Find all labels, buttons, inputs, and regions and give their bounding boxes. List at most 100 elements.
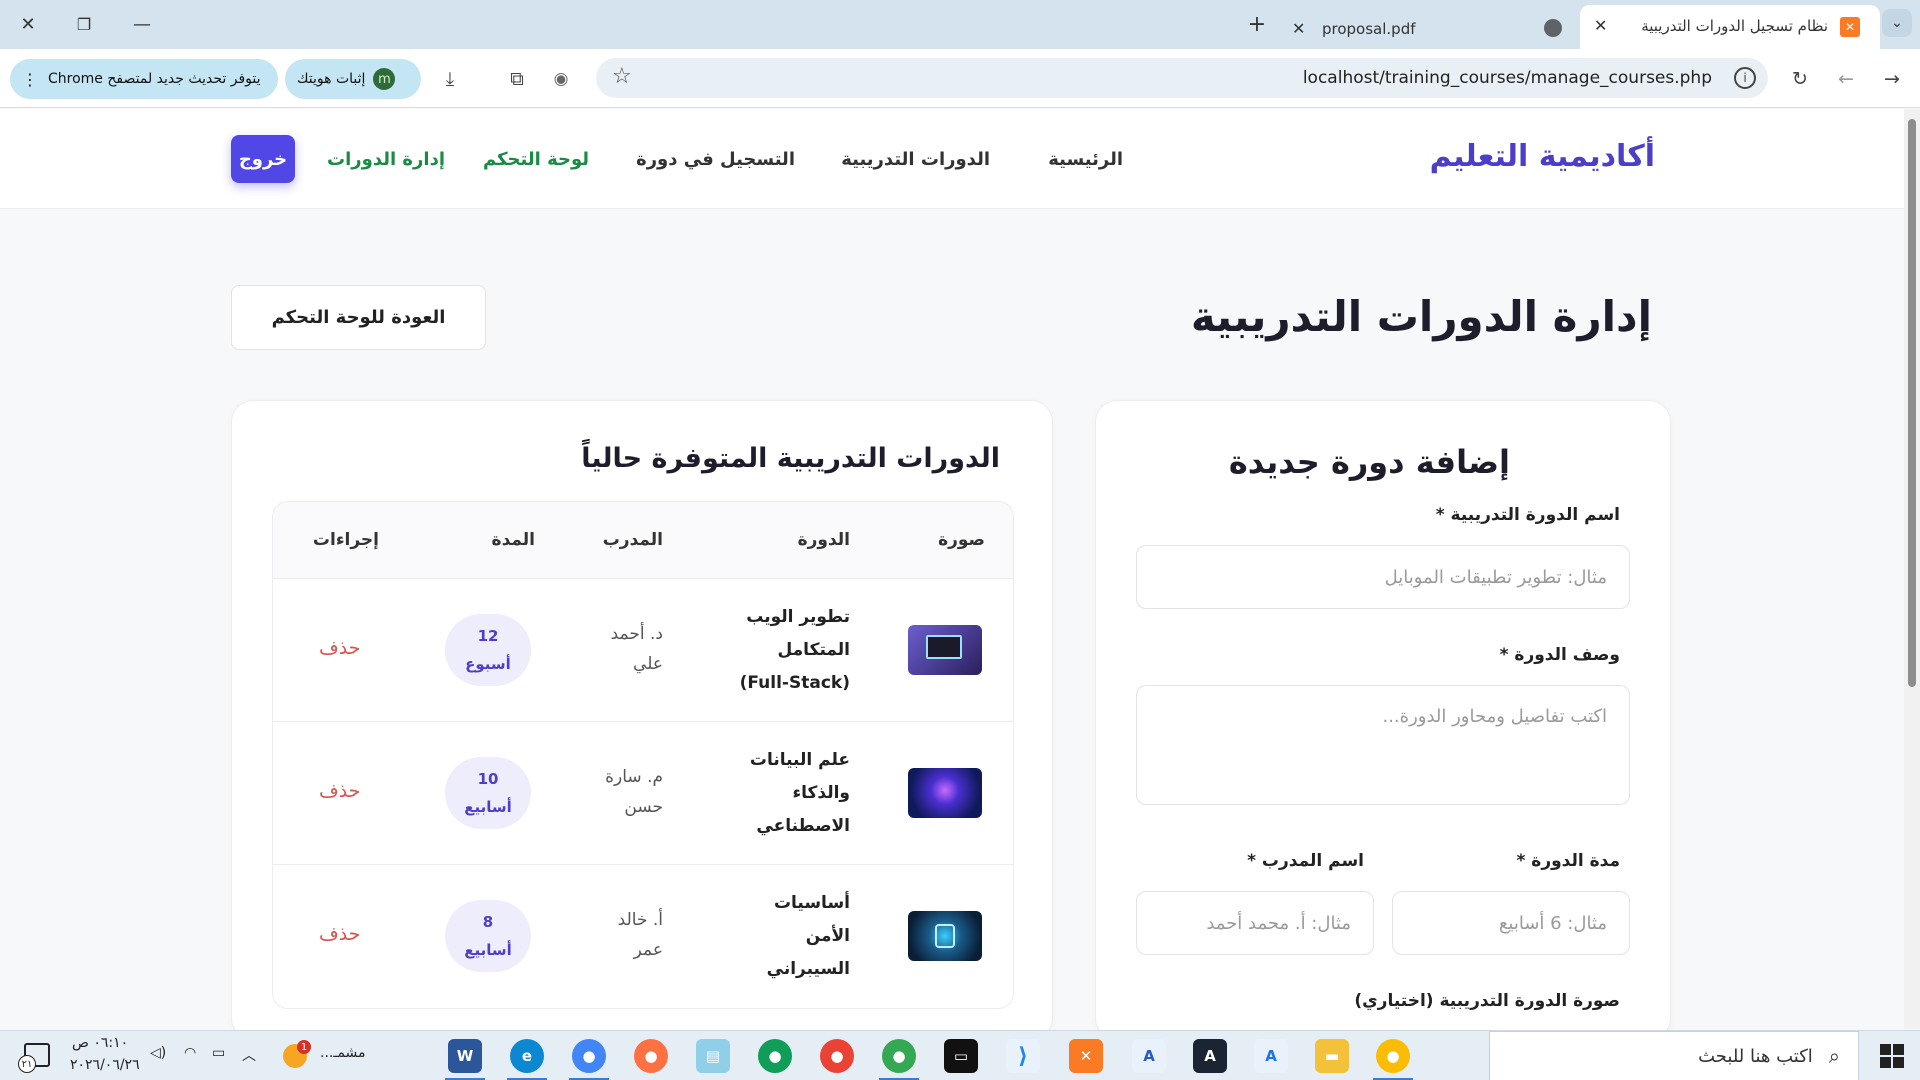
tab-training-system[interactable]: ✕ نظام تسجيل الدورات التدريبية ✕ — [1580, 5, 1880, 49]
trainer-name-label: اسم المدرب * — [1247, 851, 1364, 871]
notepad-icon[interactable]: ▤ — [696, 1039, 730, 1073]
delete-link[interactable]: حذف — [319, 637, 360, 659]
duration-unit: أسبوع — [465, 655, 511, 673]
window-close-icon[interactable]: ✕ — [13, 10, 43, 38]
duration-unit: أسابيع — [464, 798, 512, 816]
file-explorer-icon[interactable]: ▬ — [1315, 1039, 1349, 1073]
course-name: أساسيات الأمن السيبراني — [766, 893, 850, 979]
vscode-icon[interactable]: ⟩ — [1006, 1039, 1040, 1073]
tab-search-icon[interactable]: ⌄ — [1882, 9, 1912, 37]
notification-count: 1 — [297, 1040, 311, 1054]
taskbar-search[interactable]: ⌕ اكتب هنا للبحث — [1489, 1031, 1859, 1080]
chrome-profile-icon[interactable]: ● — [882, 1039, 916, 1073]
window-restore-icon[interactable]: ❐ — [69, 10, 99, 38]
duration-badge: 10 أسابيع — [445, 757, 531, 829]
course-duration-label: مدة الدورة * — [1516, 851, 1620, 871]
extensions-icon[interactable]: ⧉ — [501, 63, 533, 95]
delete-link[interactable]: حذف — [319, 780, 360, 802]
battery-icon[interactable]: ▭ — [212, 1045, 225, 1061]
identity-button[interactable]: m إثبات هويتك — [285, 59, 421, 99]
courses-card: الدورات التدريبية المتوفرة حالياً صورة ا… — [231, 400, 1053, 1040]
site-info-icon[interactable]: i — [1734, 67, 1756, 89]
url-text[interactable]: localhost/training_courses/manage_course… — [1303, 68, 1712, 88]
speaker-icon[interactable]: ◁) — [150, 1045, 166, 1061]
download-icon[interactable]: ⤓ — [434, 63, 466, 95]
paint-icon[interactable]: ● — [634, 1039, 668, 1073]
course-name: تطوير الويب المتكامل (Full-Stack) — [739, 607, 850, 693]
courses-heading: الدورات التدريبية المتوفرة حالياً — [581, 443, 1000, 474]
terminal-icon[interactable]: ▭ — [944, 1039, 978, 1073]
browser-toolbar: → ← ↻ localhost/training_courses/manage_… — [0, 49, 1920, 108]
course-thumbnail — [908, 911, 982, 961]
weather-label[interactable]: مشمـ... — [320, 1045, 366, 1061]
address-bar[interactable]: localhost/training_courses/manage_course… — [596, 58, 1768, 98]
trainer-name-input[interactable]: مثال: أ. محمد أحمد — [1136, 891, 1374, 955]
duration-badge: 8 أسابيع — [445, 900, 531, 972]
arduino-icon[interactable]: A — [1254, 1039, 1288, 1073]
page-scrollbar[interactable] — [1904, 109, 1920, 1029]
course-duration-input[interactable]: مثال: 6 أسابيع — [1392, 891, 1630, 955]
duration-number: 12 — [477, 627, 499, 645]
course-image-label: صورة الدورة التدريبية (اختياري) — [1354, 991, 1620, 1011]
logout-button[interactable]: خروج — [231, 135, 295, 183]
bookmark-star-icon[interactable]: ☆ — [612, 64, 632, 89]
new-tab-icon[interactable]: + — [1242, 10, 1272, 38]
table-header: صورة الدورة المدرب المدة إجراءات — [273, 502, 1013, 579]
site-brand[interactable]: أكاديمية التعليم — [1430, 139, 1655, 174]
chevron-up-icon[interactable]: ︿ — [242, 1045, 256, 1065]
profile-avatar: m — [373, 68, 396, 90]
tab-proposal-pdf[interactable]: proposal.pdf ✕ — [1290, 8, 1570, 49]
table-row: تطوير الويب المتكامل (Full-Stack) د. أحم… — [273, 579, 1013, 722]
clock-time[interactable]: ٠٦:١٠ ص — [72, 1035, 128, 1051]
back-to-dashboard-button[interactable]: العودة للوحة التحكم — [231, 285, 486, 350]
chrome-update-button[interactable]: ⋮ يتوفر تحديث جديد لمتصفح Chrome — [10, 59, 278, 99]
camera-icon[interactable]: ◉ — [545, 63, 577, 95]
delete-link[interactable]: حذف — [319, 923, 360, 945]
tab-title: نظام تسجيل الدورات التدريبية — [1641, 17, 1828, 35]
nav-dashboard[interactable]: لوحة التحكم — [483, 149, 589, 170]
nav-manage-courses[interactable]: إدارة الدورات — [327, 149, 445, 170]
course-desc-textarea[interactable]: اكتب تفاصيل ومحاور الدورة... — [1136, 685, 1630, 805]
windows-start-icon[interactable] — [1880, 1044, 1904, 1068]
xampp-favicon-icon: ✕ — [1840, 17, 1860, 37]
notification-center-icon[interactable]: ٢١ — [18, 1043, 50, 1073]
courses-table: صورة الدورة المدرب المدة إجراءات تطوير ا… — [272, 501, 1014, 1009]
col-course: الدورة — [797, 530, 850, 550]
scrollbar-thumb[interactable] — [1908, 119, 1916, 687]
course-thumbnail — [908, 768, 982, 818]
add-course-card: إضافة دورة جديدة اسم الدورة التدريبية * … — [1095, 400, 1671, 1040]
edge-icon[interactable]: e — [510, 1039, 544, 1073]
weather-icon[interactable]: 1 — [283, 1040, 311, 1068]
course-trainer: د. أحمد علي — [610, 624, 663, 674]
app-a-icon[interactable]: A — [1132, 1039, 1166, 1073]
nav-courses[interactable]: الدورات التدريبية — [841, 149, 990, 170]
duration-badge: 12 أسبوع — [445, 614, 531, 686]
android-studio-icon[interactable]: A — [1193, 1039, 1227, 1073]
chrome-taskbar-icon[interactable]: ● — [1376, 1039, 1410, 1073]
forward-arrow-icon[interactable]: ← — [1830, 63, 1862, 95]
close-tab-icon[interactable]: ✕ — [1594, 16, 1607, 35]
reload-icon[interactable]: ↻ — [1784, 63, 1816, 95]
col-duration: المدة — [491, 530, 535, 550]
course-thumbnail — [908, 625, 982, 675]
course-name-input[interactable]: مثال: تطوير تطبيقات الموبايل — [1136, 545, 1630, 609]
chrome-taskbar-icon[interactable]: ● — [572, 1039, 606, 1073]
browser-tab-strip: ✕ نظام تسجيل الدورات التدريبية ✕ proposa… — [0, 0, 1920, 49]
word-icon[interactable]: W — [448, 1039, 482, 1073]
wifi-icon[interactable]: ◠ — [184, 1045, 196, 1061]
update-label: يتوفر تحديث جديد لمتصفح Chrome — [48, 71, 261, 87]
back-arrow-icon[interactable]: → — [1876, 63, 1908, 95]
chrome-alt-icon[interactable]: ● — [820, 1039, 854, 1073]
windows-taskbar: ⌕ اكتب هنا للبحث ● ▬ A A A ✕ ⟩ ▭ ● ● ● ▤… — [0, 1030, 1920, 1080]
close-tab-icon[interactable]: ✕ — [1292, 19, 1305, 38]
col-image: صورة — [938, 530, 985, 550]
window-minimize-icon[interactable]: — — [127, 10, 157, 38]
xampp-taskbar-icon[interactable]: ✕ — [1069, 1039, 1103, 1073]
chrome-green-icon[interactable]: ● — [758, 1039, 792, 1073]
table-row: علم البيانات والذكاء الاصطناعي م. سارة ح… — [273, 722, 1013, 865]
nav-register[interactable]: التسجيل في دورة — [636, 149, 795, 170]
clock-date[interactable]: ٢٠٢٦/٠٦/٢٦ — [70, 1057, 140, 1073]
course-desc-label: وصف الدورة * — [1499, 645, 1620, 665]
site-header: أكاديمية التعليم الرئيسية الدورات التدري… — [0, 109, 1905, 209]
nav-home[interactable]: الرئيسية — [1048, 149, 1123, 170]
